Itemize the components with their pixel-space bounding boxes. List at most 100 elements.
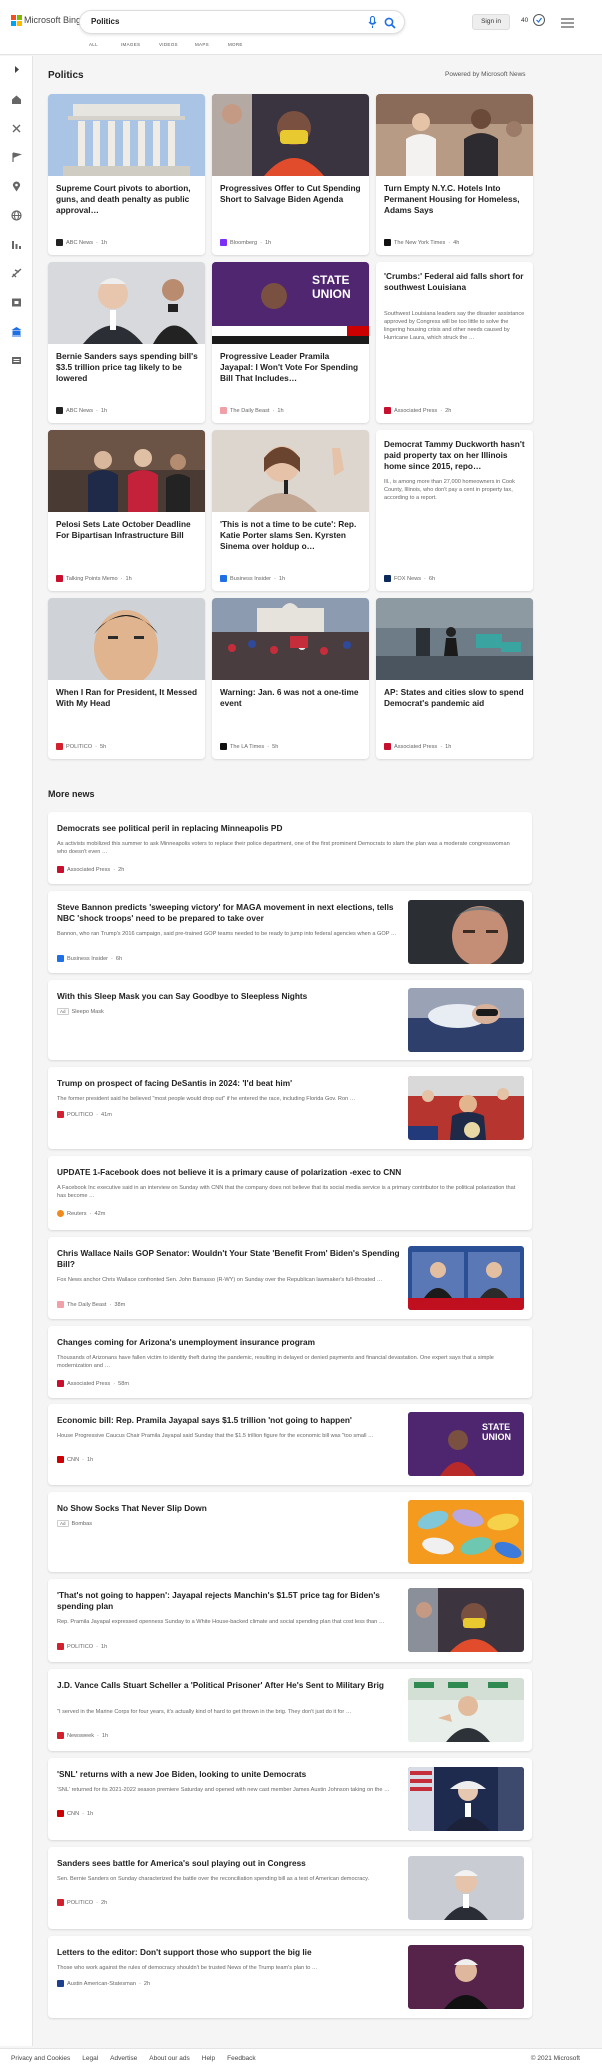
card-image — [212, 94, 369, 176]
search-box[interactable]: Politics — [79, 10, 405, 34]
news-row[interactable]: Democrats see political peril in replaci… — [48, 812, 532, 884]
news-row[interactable]: Trump on prospect of facing DeSantis in … — [48, 1067, 532, 1149]
menu-icon[interactable] — [561, 15, 574, 33]
news-card[interactable]: Democrat Tammy Duckworth hasn't paid pro… — [376, 430, 533, 591]
row-title[interactable]: Steve Bannon predicts 'sweeping victory'… — [57, 902, 407, 924]
row-title[interactable]: UPDATE 1-Facebook does not believe it is… — [57, 1167, 517, 1178]
dot-separator: · — [82, 1810, 84, 1817]
ad-row[interactable]: No Show Socks That Never Slip Down Ad Bom… — [48, 1492, 532, 1572]
footer-link-privacy[interactable]: Privacy and Cookies — [11, 2055, 70, 2062]
news-row[interactable]: Changes coming for Arizona's unemploymen… — [48, 1326, 532, 1398]
card-title[interactable]: Turn Empty N.Y.C. Hotels Into Permanent … — [384, 183, 526, 216]
card-title[interactable]: Democrat Tammy Duckworth hasn't paid pro… — [384, 439, 526, 472]
source-time: 5h — [99, 743, 107, 750]
rewards-count[interactable]: 40 — [521, 17, 528, 24]
row-title[interactable]: Sanders sees battle for America's soul p… — [57, 1858, 407, 1869]
card-title[interactable]: AP: States and cities slow to spend Demo… — [384, 687, 526, 709]
row-title[interactable]: No Show Socks That Never Slip Down — [57, 1503, 407, 1514]
card-title[interactable]: Bernie Sanders says spending bill's $3.5… — [56, 351, 198, 384]
news-row[interactable]: Chris Wallace Nails GOP Senator: Wouldn'… — [48, 1237, 532, 1319]
card-title[interactable]: Warning: Jan. 6 was not a one-time event — [220, 687, 362, 709]
news-row[interactable]: Steve Bannon predicts 'sweeping victory'… — [48, 891, 532, 973]
news-card[interactable]: 'Crumbs:' Federal aid falls short for so… — [376, 262, 533, 423]
row-title[interactable]: Economic bill: Rep. Pramila Jayapal says… — [57, 1415, 407, 1426]
footer-link-about-ads[interactable]: About our ads — [149, 2055, 189, 2062]
expand-icon[interactable] — [10, 63, 23, 76]
footer-link-advertise[interactable]: Advertise — [110, 2055, 137, 2062]
nav-images[interactable]: IMAGES — [121, 42, 159, 47]
nav-more[interactable]: MORE — [228, 42, 258, 47]
news-row[interactable]: UPDATE 1-Facebook does not believe it is… — [48, 1156, 532, 1230]
news-row[interactable]: 'That's not going to happen': Jayapal re… — [48, 1579, 532, 1662]
svg-text:UNION: UNION — [312, 287, 351, 301]
row-title[interactable]: Chris Wallace Nails GOP Senator: Wouldn'… — [57, 1248, 407, 1270]
card-title[interactable]: Pelosi Sets Late October Deadline For Bi… — [56, 519, 198, 541]
news-card[interactable]: Pelosi Sets Late October Deadline For Bi… — [48, 430, 205, 591]
row-title[interactable]: J.D. Vance Calls Stuart Scheller a 'Poli… — [57, 1680, 407, 1691]
powered-by-label: Powered by Microsoft News — [445, 71, 526, 78]
news-icon[interactable] — [10, 354, 23, 367]
row-title[interactable]: Trump on prospect of facing DeSantis in … — [57, 1078, 407, 1089]
row-title[interactable]: 'SNL' returns with a new Joe Biden, look… — [57, 1769, 407, 1780]
nav-all[interactable]: ALL — [89, 42, 121, 47]
source-logo-icon — [57, 1456, 64, 1463]
source-name: Bombas — [71, 1520, 93, 1527]
news-card[interactable]: Bernie Sanders says spending bill's $3.5… — [48, 262, 205, 423]
row-title[interactable]: With this Sleep Mask you can Say Goodbye… — [57, 991, 407, 1002]
nav-videos[interactable]: VIDEOS — [159, 42, 195, 47]
news-row[interactable]: Sanders sees battle for America's soul p… — [48, 1847, 532, 1929]
news-card[interactable]: When I Ran for President, It Messed With… — [48, 598, 205, 759]
news-card[interactable]: Warning: Jan. 6 was not a one-time event… — [212, 598, 369, 759]
card-title[interactable]: Supreme Court pivots to abortion, guns, … — [56, 183, 198, 216]
map-pin-icon[interactable] — [10, 180, 23, 193]
news-card[interactable]: STATE UNION Progressive Leader Pramila Ja… — [212, 262, 369, 423]
news-card[interactable]: AP: States and cities slow to spend Demo… — [376, 598, 533, 759]
row-snippet: Those who work against the rules of demo… — [57, 1965, 318, 1971]
news-row[interactable]: J.D. Vance Calls Stuart Scheller a 'Poli… — [48, 1669, 532, 1751]
news-card[interactable]: 'This is not a time to be cute': Rep. Ka… — [212, 430, 369, 591]
news-card[interactable]: Supreme Court pivots to abortion, guns, … — [48, 94, 205, 255]
news-card[interactable]: Turn Empty N.Y.C. Hotels Into Permanent … — [376, 94, 533, 255]
footer-link-legal[interactable]: Legal — [82, 2055, 98, 2062]
footer: Privacy and Cookies Legal Advertise Abou… — [0, 2048, 602, 2069]
row-title[interactable]: 'That's not going to happen': Jayapal re… — [57, 1590, 407, 1612]
footer-link-help[interactable]: Help — [202, 2055, 215, 2062]
ad-row[interactable]: With this Sleep Mask you can Say Goodbye… — [48, 980, 532, 1060]
nav-maps[interactable]: MAPS — [195, 42, 228, 47]
card-title[interactable]: 'This is not a time to be cute': Rep. Ka… — [220, 519, 362, 552]
row-image — [408, 1767, 524, 1831]
row-source: The Daily Beast · 38m — [57, 1301, 125, 1308]
logo-text: Microsoft Bing — [24, 15, 82, 25]
news-card[interactable]: Progressives Offer to Cut Spending Short… — [212, 94, 369, 255]
chart-icon[interactable] — [10, 238, 23, 251]
news-row[interactable]: Economic bill: Rep. Pramila Jayapal says… — [48, 1404, 532, 1485]
dot-separator: · — [96, 239, 98, 246]
row-title[interactable]: Changes coming for Arizona's unemploymen… — [57, 1337, 517, 1348]
card-title[interactable]: When I Ran for President, It Messed With… — [56, 687, 198, 709]
search-input[interactable]: Politics — [91, 17, 119, 26]
search-icon[interactable] — [384, 16, 396, 34]
source-logo-icon — [384, 743, 391, 750]
row-title[interactable]: Letters to the editor: Don't support tho… — [57, 1947, 407, 1958]
news-row[interactable]: 'SNL' returns with a new Joe Biden, look… — [48, 1758, 532, 1840]
footer-link-feedback[interactable]: Feedback — [227, 2055, 256, 2062]
news-row[interactable]: Letters to the editor: Don't support tho… — [48, 1936, 532, 2018]
card-source: Bloomberg · 1h — [220, 239, 271, 246]
bing-logo[interactable]: Microsoft Bing — [11, 15, 82, 26]
sign-in-button[interactable]: Sign in — [472, 14, 510, 30]
card-title[interactable]: Progressives Offer to Cut Spending Short… — [220, 183, 362, 205]
flag-icon[interactable] — [10, 151, 23, 164]
mic-icon[interactable] — [368, 15, 377, 34]
source-name: The LA Times — [230, 743, 265, 750]
row-title[interactable]: Democrats see political peril in replaci… — [57, 823, 517, 834]
entertainment-icon[interactable] — [10, 296, 23, 309]
home-icon[interactable] — [10, 93, 23, 106]
globe-icon[interactable] — [10, 209, 23, 222]
card-title[interactable]: Progressive Leader Pramila Jayapal: I Wo… — [220, 351, 362, 384]
row-source: Associated Press · 58m — [57, 1380, 129, 1387]
plane-icon[interactable] — [10, 267, 23, 280]
card-title[interactable]: 'Crumbs:' Federal aid falls short for so… — [384, 271, 526, 293]
sports-icon[interactable] — [10, 122, 23, 135]
rewards-icon[interactable] — [532, 12, 546, 33]
politics-icon[interactable] — [10, 325, 23, 338]
